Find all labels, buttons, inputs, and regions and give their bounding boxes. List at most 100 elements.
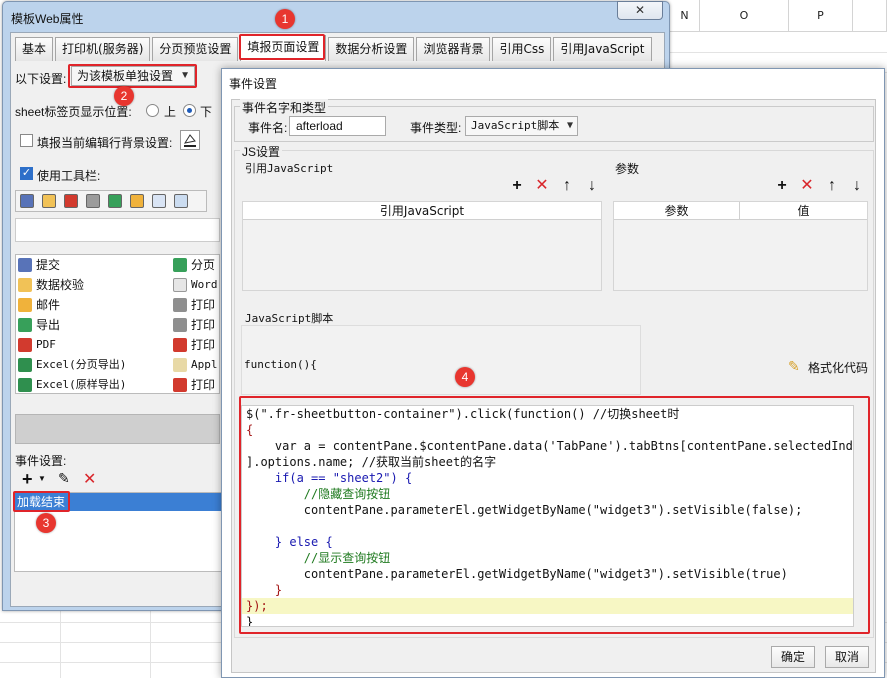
arrow-down-icon[interactable]: ↓ xyxy=(582,176,602,196)
mail-icon xyxy=(18,298,32,312)
list-item[interactable]: 提交 xyxy=(18,255,60,275)
structure-icon[interactable] xyxy=(148,191,170,211)
list-item[interactable]: 打印 xyxy=(173,295,215,315)
pdf-icon[interactable] xyxy=(60,191,82,211)
list-item[interactable]: 分页 xyxy=(173,255,215,275)
pdf-print-icon xyxy=(173,378,187,392)
excel-icon xyxy=(18,358,32,372)
export-icon xyxy=(18,318,32,332)
tab-pagination-preview[interactable]: 分页预览设置 xyxy=(152,37,239,61)
tab-basic[interactable]: 基本 xyxy=(15,37,54,61)
param-column-header[interactable]: 参数 xyxy=(614,202,740,220)
window-icon[interactable] xyxy=(170,191,192,211)
setting-label: 以下设置: xyxy=(15,72,67,86)
word-icon xyxy=(173,278,187,292)
save-icon[interactable] xyxy=(16,191,38,211)
list-item[interactable]: 邮件 xyxy=(18,295,60,315)
list-footer-bar xyxy=(15,414,220,444)
ref-js-table[interactable]: 引用JavaScript xyxy=(242,201,602,291)
window-title: 事件设置 xyxy=(229,77,278,91)
script-label: JavaScript脚本 xyxy=(245,312,334,325)
list-item[interactable]: 数据校验 xyxy=(18,275,84,295)
column-header-blank[interactable] xyxy=(853,0,887,32)
list-item[interactable]: Word xyxy=(173,275,218,295)
export-icon[interactable] xyxy=(104,191,126,211)
chevron-down-icon: ▼ xyxy=(566,120,573,131)
value-column-header[interactable]: 值 xyxy=(740,202,867,220)
list-item[interactable]: 打印 xyxy=(173,375,215,395)
fill-bg-label: 填报当前编辑行背景设置: xyxy=(37,136,173,150)
tab-printer-server[interactable]: 打印机(服务器) xyxy=(55,37,151,61)
event-type-select[interactable]: JavaScript脚本 ▼ xyxy=(465,116,578,136)
window-title: 模板Web属性 xyxy=(11,12,84,26)
list-item[interactable]: PDF xyxy=(18,335,56,355)
column-header-o[interactable]: O xyxy=(700,0,789,32)
tab-ref-javascript[interactable]: 引用JavaScript xyxy=(553,37,652,61)
list-item[interactable]: Excel(分页导出) xyxy=(18,355,126,375)
print-icon[interactable] xyxy=(82,191,104,211)
highlight-box-3 xyxy=(13,491,70,512)
radio-top-label: 上 xyxy=(164,105,177,119)
cancel-button[interactable]: 取消 xyxy=(825,646,869,668)
radio-bottom-label: 下 xyxy=(200,105,213,119)
tab-bar: 基本 打印机(服务器) 分页预览设置 填报页面设置 数据分析设置 浏览器背景 引… xyxy=(15,35,654,61)
ref-js-column-header[interactable]: 引用JavaScript xyxy=(243,202,601,220)
group-title: 事件名字和类型 xyxy=(240,99,329,116)
add-icon[interactable]: + xyxy=(772,176,792,196)
params-table[interactable]: 参数 值 xyxy=(613,201,868,291)
brush-icon[interactable]: ✎ xyxy=(788,358,800,375)
print-icon xyxy=(173,298,187,312)
list-item[interactable]: 导出 xyxy=(18,315,60,335)
function-text: function(){ xyxy=(244,358,317,371)
toolbar-blank-row xyxy=(15,218,220,242)
column-header-p[interactable]: P xyxy=(789,0,853,32)
event-settings-label: 事件设置: xyxy=(15,454,67,468)
use-toolbar-checkbox[interactable]: ✓ xyxy=(20,167,33,180)
pencil-icon xyxy=(18,278,32,292)
highlight-box-1 xyxy=(239,34,325,60)
list-item[interactable]: 打印 xyxy=(173,335,215,355)
tab-browser-background[interactable]: 浏览器背景 xyxy=(416,37,491,61)
list-item[interactable]: 打印 xyxy=(173,315,215,335)
arrow-down-icon[interactable]: ↓ xyxy=(847,176,867,196)
step-badge-4: 4 xyxy=(455,367,475,387)
tab-data-analysis[interactable]: 数据分析设置 xyxy=(328,37,415,61)
delete-icon[interactable]: ✕ xyxy=(532,176,552,196)
dropdown-arrow-icon[interactable]: ▼ xyxy=(38,474,46,483)
applet-icon xyxy=(173,358,187,372)
ok-button[interactable]: 确定 xyxy=(771,646,815,668)
highlight-box-2 xyxy=(68,64,197,88)
format-code-button[interactable]: 格式化代码 xyxy=(808,359,868,376)
event-name-input[interactable]: afterload xyxy=(289,116,386,136)
paint-bucket-icon[interactable] xyxy=(180,130,200,150)
params-label: 参数 xyxy=(615,162,640,176)
column-header-n[interactable]: N xyxy=(670,0,700,32)
arrow-up-icon[interactable]: ↑ xyxy=(557,176,577,196)
pdf-icon xyxy=(18,338,32,352)
tab-ref-css[interactable]: 引用Css xyxy=(492,37,552,61)
step-badge-3: 3 xyxy=(36,513,56,533)
toolbar-button-list: 提交 数据校验 邮件 导出 PDF Excel(分页导出) Excel(原样导出… xyxy=(15,254,220,394)
edit-icon[interactable]: ✎ xyxy=(58,470,70,487)
excel-icon xyxy=(18,378,32,392)
use-toolbar-label: 使用工具栏: xyxy=(37,169,101,183)
mail-icon[interactable] xyxy=(126,191,148,211)
sheet-tab-position-label: sheet标签页显示位置: xyxy=(15,105,132,119)
add-icon[interactable]: + xyxy=(507,176,527,196)
list-item[interactable]: Excel(原样导出) xyxy=(18,375,126,395)
radio-bottom[interactable] xyxy=(183,104,196,117)
fill-bg-checkbox[interactable] xyxy=(20,134,33,147)
event-type-value: JavaScript脚本 xyxy=(471,119,560,132)
radio-top[interactable] xyxy=(146,104,159,117)
pencil-icon[interactable] xyxy=(38,191,60,211)
close-button[interactable]: ✕ xyxy=(617,1,663,20)
delete-icon[interactable]: ✕ xyxy=(797,176,817,196)
arrow-up-icon[interactable]: ↑ xyxy=(822,176,842,196)
save-icon xyxy=(18,258,32,272)
event-name-label: 事件名: xyxy=(248,121,288,135)
delete-icon[interactable]: ✕ xyxy=(83,469,96,489)
toolbar-preview xyxy=(15,190,207,212)
step-badge-1: 1 xyxy=(275,9,295,29)
list-item[interactable]: Appl xyxy=(173,355,218,375)
add-icon[interactable]: + xyxy=(22,470,33,488)
